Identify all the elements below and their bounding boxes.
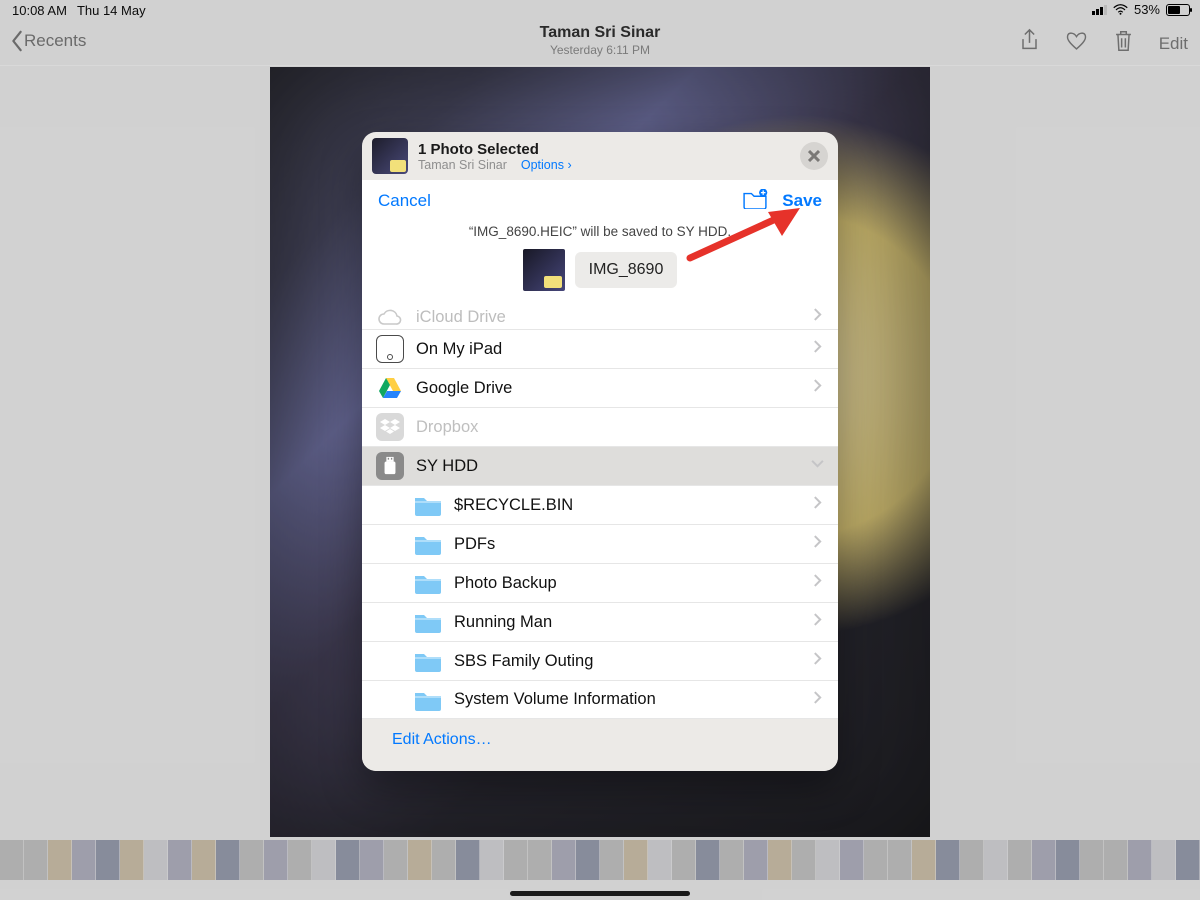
folder-plus-icon: [742, 189, 768, 209]
folder-row[interactable]: Photo Backup: [362, 563, 838, 602]
chevron-right-icon: [813, 651, 822, 671]
cell-signal-icon: [1092, 5, 1107, 15]
cloud-icon: [376, 303, 404, 331]
folder-icon: [414, 650, 442, 672]
chevron-right-icon: [813, 612, 822, 632]
folder-label: Photo Backup: [454, 574, 557, 593]
share-sheet: 1 Photo Selected Taman Sri Sinar Options…: [362, 132, 838, 771]
share-title: 1 Photo Selected: [418, 141, 572, 158]
folder-label: $RECYCLE.BIN: [454, 496, 573, 515]
location-label: iCloud Drive: [416, 308, 506, 327]
folder-icon: [414, 611, 442, 633]
status-bar: 10:08 AM Thu 14 May 53%: [0, 0, 1200, 20]
location-label: SY HDD: [416, 457, 478, 476]
folder-icon: [414, 533, 442, 555]
save-button[interactable]: Save: [782, 191, 822, 211]
location-icloud[interactable]: iCloud Drive: [362, 305, 838, 329]
location-google-drive[interactable]: Google Drive: [362, 368, 838, 407]
folder-row[interactable]: PDFs: [362, 524, 838, 563]
battery-icon: [1166, 4, 1190, 16]
folder-label: System Volume Information: [454, 690, 656, 709]
chevron-right-icon: [813, 573, 822, 593]
location-label: Google Drive: [416, 379, 512, 398]
dropbox-icon: [376, 413, 404, 441]
save-panel: Cancel Save “IMG_8690.HEIC” will be save…: [362, 180, 838, 719]
nav-bar: Recents Taman Sri Sinar Yesterday 6:11 P…: [0, 20, 1200, 66]
folder-row[interactable]: Running Man: [362, 602, 838, 641]
share-options-button[interactable]: Options ›: [521, 158, 572, 172]
chevron-right-icon: [813, 534, 822, 554]
cancel-button[interactable]: Cancel: [378, 191, 431, 211]
location-sy-hdd[interactable]: SY HDD: [362, 446, 838, 485]
chevron-down-icon: [813, 456, 822, 476]
folder-icon: [414, 572, 442, 594]
file-thumb: [523, 249, 565, 291]
folder-row[interactable]: $RECYCLE.BIN: [362, 485, 838, 524]
folder-list: $RECYCLE.BIN PDFs Photo Backup: [362, 485, 838, 719]
location-dropbox[interactable]: Dropbox: [362, 407, 838, 446]
new-folder-button[interactable]: [742, 189, 768, 214]
share-thumb: [372, 138, 408, 174]
folder-row[interactable]: SBS Family Outing: [362, 641, 838, 680]
edit-button[interactable]: Edit: [1159, 34, 1188, 54]
battery-percent: 53%: [1134, 2, 1160, 17]
folder-icon: [414, 689, 442, 711]
share-location: Taman Sri Sinar: [418, 158, 507, 172]
save-message: “IMG_8690.HEIC” will be saved to SY HDD.: [362, 222, 838, 249]
location-label: On My iPad: [416, 340, 502, 359]
folder-row[interactable]: System Volume Information: [362, 680, 838, 719]
share-button[interactable]: [1018, 28, 1041, 59]
close-button[interactable]: [800, 142, 828, 170]
chevron-right-icon: [813, 378, 822, 398]
folder-label: SBS Family Outing: [454, 652, 593, 671]
delete-button[interactable]: [1112, 28, 1135, 59]
chevron-right-icon: [813, 307, 822, 327]
close-icon: [808, 150, 820, 162]
location-label: Dropbox: [416, 418, 478, 437]
favorite-button[interactable]: [1065, 28, 1088, 59]
share-header: 1 Photo Selected Taman Sri Sinar Options…: [362, 132, 838, 180]
wifi-icon: [1113, 4, 1128, 16]
folder-label: Running Man: [454, 613, 552, 632]
chevron-right-icon: [813, 690, 822, 710]
location-on-my-ipad[interactable]: On My iPad: [362, 329, 838, 368]
share-icon: [1018, 28, 1041, 54]
status-time: 10:08 AM: [12, 3, 67, 18]
status-date: Thu 14 May: [77, 3, 146, 18]
folder-icon: [414, 494, 442, 516]
folder-label: PDFs: [454, 535, 495, 554]
trash-icon: [1112, 28, 1135, 54]
location-list: iCloud Drive On My iPad Google Drive: [362, 305, 838, 719]
chevron-right-icon: [813, 339, 822, 359]
google-drive-icon: [376, 374, 404, 402]
chevron-right-icon: [813, 495, 822, 515]
home-indicator[interactable]: [510, 891, 690, 896]
ipad-icon: [376, 335, 404, 363]
usb-drive-icon: [376, 452, 404, 480]
filename-field[interactable]: IMG_8690: [575, 252, 678, 288]
heart-icon: [1065, 28, 1088, 54]
edit-actions-button[interactable]: Edit Actions…: [362, 719, 838, 771]
